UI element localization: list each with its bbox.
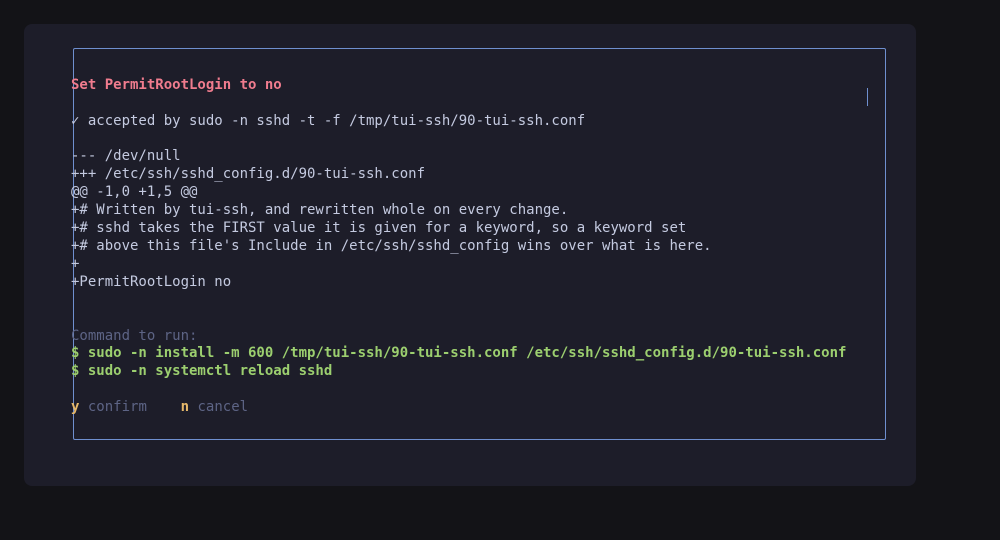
diff-line: +# above this file's Include in /etc/ssh… (71, 238, 712, 254)
diff-line: +# sshd takes the FIRST value it is give… (71, 220, 687, 236)
validation-status: ✓ accepted by sudo -n sshd -t -f /tmp/tu… (71, 113, 586, 129)
confirm-button[interactable]: confirm (88, 399, 147, 415)
diff-line: + (71, 256, 80, 272)
dialog-title: Set PermitRootLogin to no (71, 77, 282, 93)
cancel-button[interactable]: cancel (197, 399, 248, 415)
text-cursor (867, 88, 868, 106)
diff-line: --- /dev/null (71, 148, 181, 164)
confirm-key[interactable]: y (71, 399, 79, 415)
command-line: $ sudo -n systemctl reload sshd (71, 363, 333, 379)
diff-line: +++ /etc/ssh/sshd_config.d/90-tui-ssh.co… (71, 166, 426, 182)
diff-line: @@ -1,0 +1,5 @@ (71, 184, 198, 200)
action-bar: y confirm n cancel (71, 398, 248, 416)
cancel-key[interactable]: n (181, 399, 189, 415)
diff-line: +# Written by tui-ssh, and rewritten who… (71, 202, 569, 218)
command-line: $ sudo -n install -m 600 /tmp/tui-ssh/90… (71, 345, 847, 361)
command-label: Command to run: (71, 328, 198, 344)
diff-line: +PermitRootLogin no (71, 274, 232, 290)
